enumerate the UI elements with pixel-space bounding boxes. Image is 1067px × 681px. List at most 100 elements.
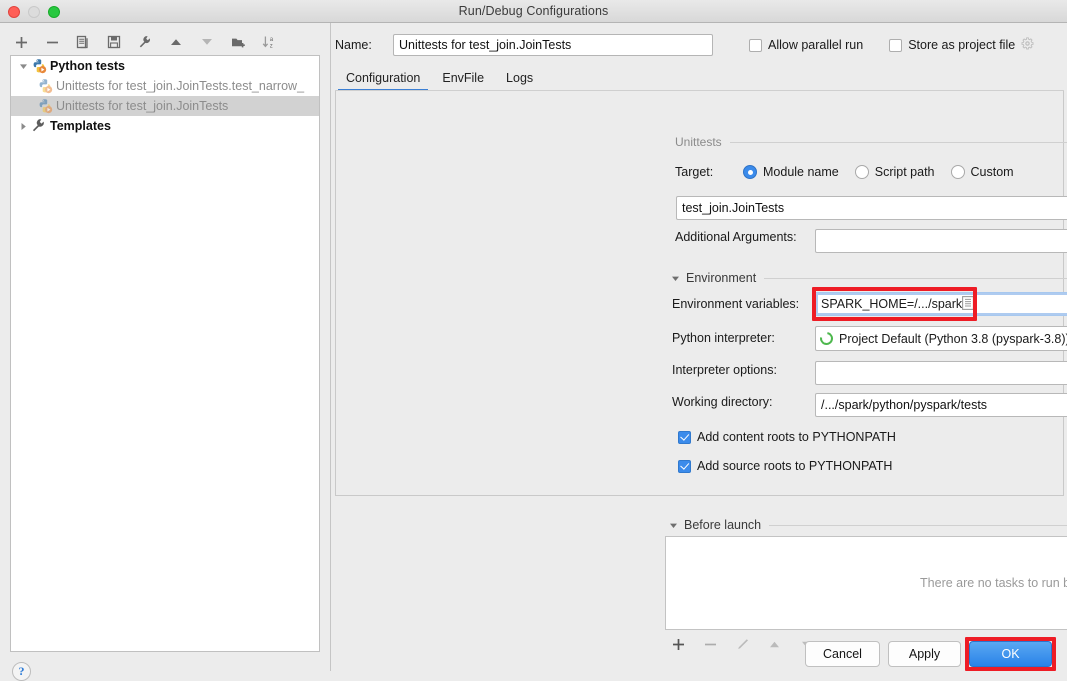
unittests-group-label: Unittests	[675, 135, 722, 149]
radio-custom-label: Custom	[971, 165, 1014, 179]
python-env-icon	[817, 329, 835, 347]
before-launch-empty-text: There are no tasks to run before launch	[920, 576, 1067, 590]
apply-button[interactable]: Apply	[888, 641, 961, 667]
tree-item-templates[interactable]: Templates	[11, 116, 319, 136]
editor-tabs: Configuration EnvFile Logs	[331, 63, 1067, 91]
folder-add-icon[interactable]	[229, 33, 247, 51]
working-directory-value: /.../spark/python/pyspark/tests	[821, 398, 987, 412]
checkbox-box[interactable]	[889, 39, 902, 52]
cancel-button[interactable]: Cancel	[805, 641, 880, 667]
store-as-project-file-label: Store as project file	[908, 38, 1015, 52]
store-as-project-file-checkbox[interactable]: Store as project file	[889, 37, 1034, 53]
tree-item-label: Templates	[50, 119, 111, 133]
name-row: Name: Allow parallel run Store as projec…	[331, 32, 1067, 58]
help-button[interactable]: ?	[12, 662, 31, 681]
tree-item-unittests-jointests[interactable]: Unittests for test_join.JoinTests	[11, 96, 319, 116]
chevron-down-icon[interactable]	[669, 521, 678, 530]
ok-button[interactable]: OK	[969, 641, 1052, 667]
radio-button[interactable]	[743, 165, 757, 179]
interpreter-options-input[interactable]	[815, 361, 1067, 385]
save-icon[interactable]	[105, 33, 123, 51]
plus-icon[interactable]	[12, 33, 30, 51]
unittests-group-header: Unittests	[675, 135, 1067, 149]
tree-item-unittests-narrow[interactable]: Unittests for test_join.JoinTests.test_n…	[11, 76, 319, 96]
checkbox-box[interactable]	[749, 39, 762, 52]
python-test-icon	[37, 98, 53, 114]
python-test-icon	[37, 78, 53, 94]
radio-script-path-label: Script path	[875, 165, 935, 179]
interpreter-options-label: Interpreter options:	[672, 363, 777, 377]
add-source-roots-label: Add source roots to PYTHONPATH	[697, 459, 892, 473]
checkbox-box[interactable]	[678, 460, 691, 473]
chevron-down-icon[interactable]	[15, 62, 31, 71]
window-titlebar: Run/Debug Configurations	[0, 0, 1067, 23]
window-controls	[8, 0, 60, 23]
copy-icon[interactable]	[74, 33, 92, 51]
checkbox-box[interactable]	[678, 431, 691, 444]
add-content-roots-label: Add content roots to PYTHONPATH	[697, 430, 896, 444]
chevron-right-icon[interactable]	[15, 122, 31, 131]
environment-variables-label: Environment variables:	[672, 297, 799, 311]
minus-icon[interactable]	[43, 33, 61, 51]
list-editor-icon[interactable]	[962, 296, 974, 313]
allow-parallel-run-label: Allow parallel run	[768, 38, 863, 52]
radio-custom[interactable]: Custom	[951, 165, 1014, 179]
before-launch-label: Before launch	[684, 518, 761, 532]
sort-alpha-icon[interactable]: az	[260, 33, 278, 51]
minus-icon[interactable]	[701, 635, 719, 653]
radio-script-path[interactable]: Script path	[855, 165, 935, 179]
radio-module-name-label: Module name	[763, 165, 839, 179]
plus-icon[interactable]	[669, 635, 687, 653]
chevron-down-icon[interactable]	[671, 274, 680, 283]
allow-parallel-run-checkbox[interactable]: Allow parallel run	[749, 38, 863, 52]
arrow-up-icon[interactable]	[765, 635, 783, 653]
tab-logs[interactable]: Logs	[495, 71, 544, 91]
minimize-button[interactable]	[28, 6, 40, 18]
close-button[interactable]	[8, 6, 20, 18]
svg-text:a: a	[269, 37, 273, 43]
radio-module-name[interactable]: Module name	[743, 165, 839, 179]
target-label: Target:	[675, 165, 729, 179]
name-label: Name:	[335, 38, 393, 52]
gear-icon[interactable]	[1021, 37, 1034, 53]
configurations-tree[interactable]: Python tests Unittests for test_join.Joi…	[10, 55, 320, 652]
target-value-text: test_join.JoinTests	[682, 201, 784, 215]
svg-text:z: z	[269, 44, 272, 49]
target-row: Target: Module name Script path Custom	[675, 165, 1030, 179]
arrow-down-icon[interactable]	[198, 33, 216, 51]
environment-group-label: Environment	[686, 271, 756, 285]
additional-arguments-input[interactable]	[815, 229, 1067, 253]
environment-variables-input[interactable]: SPARK_HOME=/.../spark	[815, 292, 1067, 316]
additional-arguments-label: Additional Arguments:	[675, 230, 797, 244]
python-test-icon	[31, 58, 47, 74]
tree-item-label: Python tests	[50, 59, 125, 73]
arrow-up-icon[interactable]	[167, 33, 185, 51]
radio-button[interactable]	[855, 165, 869, 179]
before-launch-task-list[interactable]: There are no tasks to run before launch	[665, 536, 1067, 630]
name-input[interactable]	[393, 34, 713, 56]
target-value-input[interactable]: test_join.JoinTests	[676, 196, 1067, 220]
add-content-roots-checkbox[interactable]: Add content roots to PYTHONPATH	[678, 430, 896, 444]
python-interpreter-combo[interactable]: Project Default (Python 3.8 (pyspark-3.8…	[815, 326, 1067, 351]
wrench-icon	[31, 118, 47, 134]
tab-configuration[interactable]: Configuration	[335, 71, 431, 91]
wrench-icon[interactable]	[136, 33, 154, 51]
zoom-button[interactable]	[48, 6, 60, 18]
tab-envfile[interactable]: EnvFile	[431, 71, 495, 91]
radio-button[interactable]	[951, 165, 965, 179]
configurations-toolbar: az	[0, 28, 330, 56]
before-launch-group-header[interactable]: Before launch	[669, 518, 1067, 532]
tree-item-label: Unittests for test_join.JoinTests.test_n…	[56, 79, 304, 93]
add-source-roots-checkbox[interactable]: Add source roots to PYTHONPATH	[678, 459, 892, 473]
tree-item-label: Unittests for test_join.JoinTests	[56, 99, 228, 113]
python-interpreter-value: Project Default (Python 3.8 (pyspark-3.8…	[839, 332, 1067, 346]
tree-item-python-tests[interactable]: Python tests	[11, 56, 319, 76]
additional-arguments-row: Additional Arguments:	[675, 230, 797, 244]
environment-group-header[interactable]: Environment	[671, 271, 1067, 285]
python-interpreter-label: Python interpreter:	[672, 331, 775, 345]
working-directory-label: Working directory:	[672, 395, 773, 409]
working-directory-input[interactable]: /.../spark/python/pyspark/tests	[815, 393, 1067, 417]
pencil-icon[interactable]	[733, 635, 751, 653]
interpreter-options-row: Interpreter options:	[672, 363, 777, 377]
environment-variables-row: Environment variables:	[672, 297, 799, 311]
